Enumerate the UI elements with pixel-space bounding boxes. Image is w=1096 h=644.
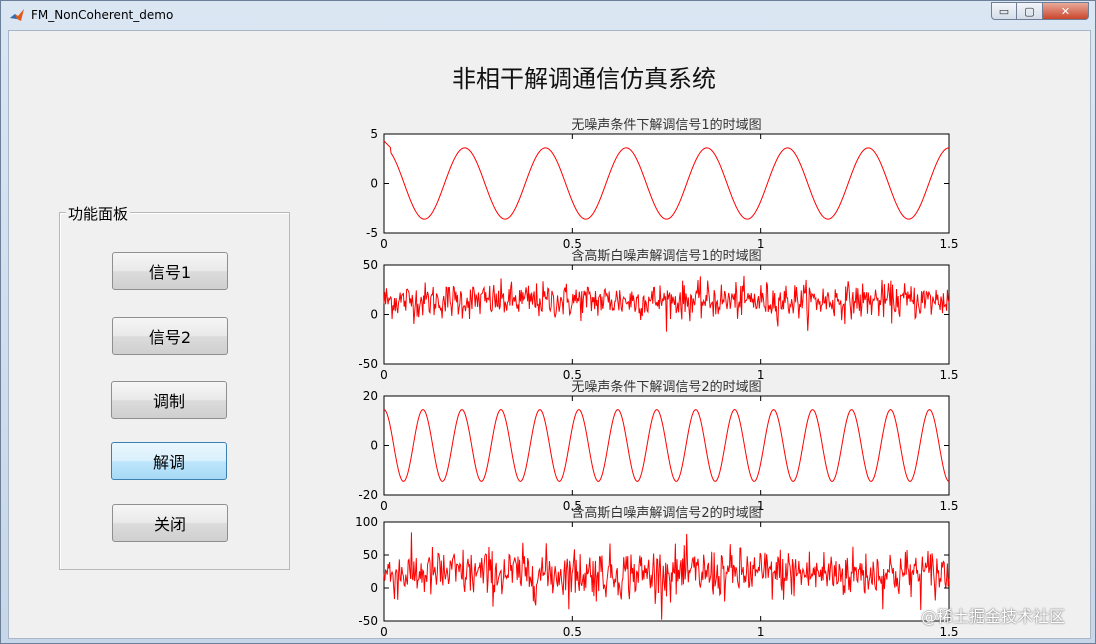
title-bar[interactable]: FM_NonCoherent_demo ▭ ▢ ✕ xyxy=(1,1,1095,29)
x-tick-label: 1.5 xyxy=(939,368,958,382)
y-tick-label: 20 xyxy=(363,389,378,403)
figure-client-area: 非相干解调通信仿真系统 功能面板 信号1 信号2 调制 解调 关闭 0 0.5 1 1… xyxy=(8,30,1091,639)
y-tick-label: 50 xyxy=(363,548,378,562)
x-tick-label: 1 xyxy=(757,625,765,638)
chart-2: 0 0.5 1 1.5500-50含高斯白噪声解调信号1的时域图 xyxy=(358,248,958,382)
y-tick-label: -50 xyxy=(358,614,378,628)
y-tick-label: -20 xyxy=(358,488,378,502)
app-window: FM_NonCoherent_demo ▭ ▢ ✕ 非相干解调通信仿真系统 功能… xyxy=(0,0,1096,644)
matlab-icon xyxy=(10,9,24,21)
chart-title: 无噪声条件下解调信号1的时域图 xyxy=(571,117,761,133)
y-tick-label: 5 xyxy=(370,127,378,141)
y-tick-label: 100 xyxy=(355,515,378,529)
chart-title: 含高斯白噪声解调信号2的时域图 xyxy=(571,505,761,521)
plot-area xyxy=(383,133,950,234)
chart-1: 0 0.5 1 1.550-5无噪声条件下解调信号1的时域图 xyxy=(366,117,959,251)
x-tick-label: 1.5 xyxy=(939,237,958,251)
x-tick-label: 0 xyxy=(380,625,388,638)
window-title: FM_NonCoherent_demo xyxy=(31,8,174,22)
close-window-button[interactable]: ✕ xyxy=(1043,2,1089,20)
plot-area xyxy=(383,521,950,622)
x-tick-label: 0.5 xyxy=(563,625,582,638)
watermark-brand: @稀土掘金技术社区 xyxy=(921,607,1066,626)
chart-4: 0 0.5 1 1.5100500-50含高斯白噪声解调信号2的时域图 xyxy=(355,505,958,638)
chart-title: 含高斯白噪声解调信号1的时域图 xyxy=(571,248,761,264)
x-tick-label: 1.5 xyxy=(939,499,958,513)
y-tick-label: 0 xyxy=(370,177,378,191)
y-tick-label: 0 xyxy=(370,439,378,453)
minimize-button[interactable]: ▭ xyxy=(991,2,1017,20)
y-tick-label: 50 xyxy=(363,258,378,272)
x-tick-label: 0 xyxy=(380,499,388,513)
y-tick-label: 0 xyxy=(370,308,378,322)
chart-title: 无噪声条件下解调信号2的时域图 xyxy=(571,379,761,395)
maximize-button[interactable]: ▢ xyxy=(1017,2,1043,20)
plots-area: 0 0.5 1 1.550-5无噪声条件下解调信号1的时域图0 0.5 1 1.5500-5… xyxy=(355,117,959,638)
chart-3: 0 0.5 1 1.5200-20无噪声条件下解调信号2的时域图 xyxy=(358,379,958,513)
y-tick-label: -50 xyxy=(358,357,378,371)
y-tick-label: 0 xyxy=(370,581,378,595)
x-tick-label: 0 xyxy=(380,368,388,382)
window-controls: ▭ ▢ ✕ xyxy=(991,2,1089,22)
y-tick-label: -5 xyxy=(366,226,378,240)
x-tick-label: 0 xyxy=(380,237,388,251)
